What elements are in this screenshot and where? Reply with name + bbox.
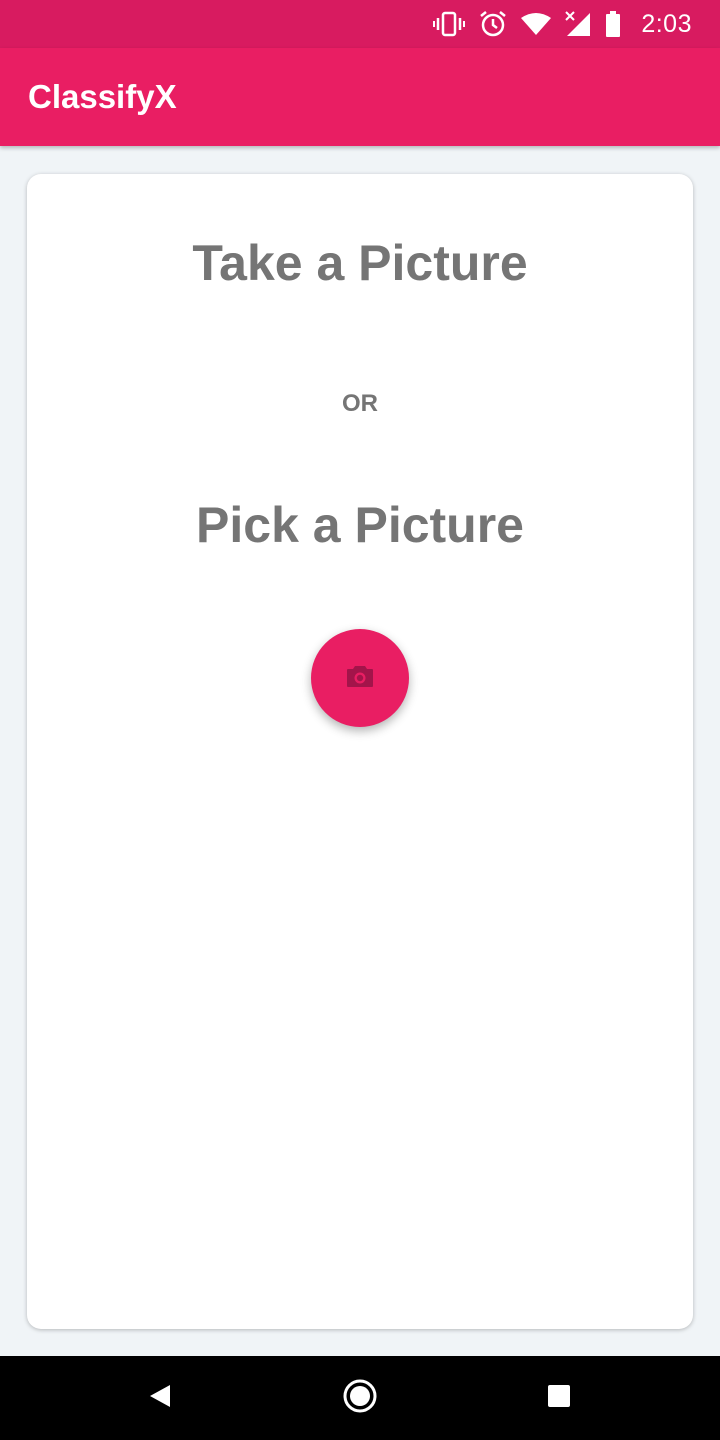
main-card: Take a Picture OR Pick a Picture (27, 174, 693, 1329)
recents-button[interactable] (537, 1376, 581, 1420)
home-button[interactable] (338, 1376, 382, 1420)
navigation-bar (0, 1356, 720, 1440)
status-icons: 2:03 (433, 0, 692, 48)
take-picture-title[interactable]: Take a Picture (27, 234, 693, 292)
back-button[interactable] (138, 1376, 182, 1420)
wifi-icon (521, 12, 552, 36)
recents-icon (547, 1384, 571, 1413)
back-icon (148, 1383, 172, 1414)
camera-button[interactable] (311, 629, 409, 727)
pick-picture-title[interactable]: Pick a Picture (27, 496, 693, 554)
vibrate-icon (433, 10, 466, 38)
or-label: OR (342, 390, 378, 417)
app-title: ClassifyX (28, 78, 177, 115)
battery-icon (605, 11, 621, 37)
status-time: 2:03 (641, 9, 692, 38)
home-icon (342, 1378, 378, 1419)
status-bar: 2:03 (0, 0, 720, 48)
camera-icon (346, 664, 374, 693)
signal-icon (565, 11, 591, 37)
app-bar: ClassifyX (0, 48, 720, 146)
alarm-icon (479, 10, 507, 38)
